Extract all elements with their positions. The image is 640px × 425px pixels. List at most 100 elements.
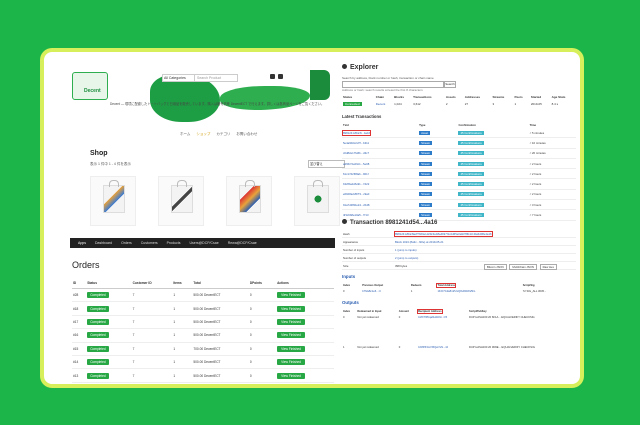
txid-link[interactable]: 8981241d54c8...4a16 [341,129,372,136]
product-card[interactable] [90,176,136,226]
breadcrumb-item[interactable]: ショップ [196,132,210,136]
io-link[interactable]: 1KrF7Cde8mP2xQ9vR3tWs5hL [436,289,521,297]
breadcrumb-item[interactable]: カテゴリ [216,132,230,136]
table-row: b32f6a4c8e91...7d22 Stream 45 Confirmation… [342,178,576,190]
status-badge: Completed [87,359,109,366]
tx-type-badge: Stream [419,151,433,156]
table-header-row: ID Status Customer ID Items Total DPoint… [72,278,334,289]
txid-link[interactable]: c0d82e1f7a5b...d3c7 [342,148,419,159]
shop-logo[interactable] [72,72,108,100]
explorer-description: Search by address, block number or hash,… [342,76,434,80]
product-card[interactable] [158,176,204,226]
order-points: 0 [248,315,277,330]
stats-header: Chain [375,94,385,99]
io-cell: 0 [343,290,345,293]
order-points: 0 [248,368,277,383]
screenshot-frame: Decent All Categories Search Product Dec… [40,48,584,388]
customer-id: 7 [131,368,173,383]
multichain-json-button[interactable]: MultiChain JSON [509,264,537,270]
category-select[interactable]: All Categories [162,74,195,82]
chain-link[interactable]: Decent [375,100,393,108]
breadcrumb-item[interactable]: ホーム [180,132,190,136]
order-points: 0 [248,355,277,370]
order-total: 500.00 DecentECT [192,355,249,370]
order-id: #28 [72,288,87,303]
search-input[interactable]: Search Product [194,74,238,82]
detail-value[interactable]: 2 (jump to outputs) [394,253,576,262]
cart-icon[interactable] [278,74,283,79]
tab-apps[interactable]: Apps [78,241,86,245]
tx-type-badge: Asset [419,130,431,135]
detail-value[interactable]: 1 (jump to inputs) [394,245,576,254]
explorer-search-button[interactable]: Search [444,81,456,88]
tab-customers[interactable]: Customers [141,241,158,245]
order-points: 0 [248,301,277,316]
user-icon[interactable] [270,74,275,79]
io-header: Recipient Address [417,308,468,315]
explorer-title: Explorer [342,64,378,71]
stats-cell: 2 [445,102,448,106]
view-order-button[interactable]: View Finished [277,318,305,325]
txid-link[interactable]: 91a7d3f60e24...2b48 [342,199,419,211]
tab-orders[interactable]: Orders [121,241,132,245]
explorer-hint: Address or hash: search results at least… [342,88,423,92]
tote-bag-image [239,180,261,213]
io-link[interactable]: 1MX7fPbqa9LkR2d...C5 [417,315,468,345]
tote-bag-image [307,180,329,213]
tab-users[interactable]: Users@DCP/Csae [189,241,218,245]
view-order-button[interactable]: View Finished [277,359,305,366]
table-row: Connected Decent 1,024 3,612 2 27 3 1 20… [342,100,576,108]
txid-link[interactable]: b32f6a4c8e91...7d22 [342,178,419,190]
detail-value[interactable]: Block 1024 (8a3c...f20e) at 2019-05-21 [394,237,576,246]
items-count: 1 [172,328,193,343]
order-total: 500.00 DecentECT [192,315,249,330]
tx-header: Confirmation [458,122,476,127]
raw-hex-button[interactable]: Raw Hex [539,264,558,270]
transaction-title: Transaction 8981241d54...4a16 [342,219,437,226]
tx-time: < 10 minutes [528,137,576,149]
view-order-button[interactable]: View Finished [277,305,305,312]
txid-link[interactable]: 61c17d2f08ab...901f [342,168,419,180]
io-header: Amount [398,310,409,313]
stats-cell: 8.4 s [551,102,559,106]
io-header: ScriptPubKey [469,310,487,313]
io-link[interactable]: 1K8PZ3mVt5Qw7eN...4J [417,345,468,353]
io-cell: DUP HASH160 20 3D9E... EQUALVERIFY CHECK… [469,346,535,349]
stats-cell: 1,024 [394,102,402,106]
io-link[interactable]: b7f2a8c1e6...:0 [361,289,410,297]
detail-label: Hash [342,230,394,238]
stats-cell: 3 [492,102,495,106]
txid-link[interactable]: e6b08a2d57f3...c9a0 [342,189,419,201]
table-row: #16 Completed 7 1 500.00 DecentECT 0 View Fini… [72,328,334,343]
table-row: e6b08a2d57f3...c9a0 Stream 45 Confirmation… [342,189,576,201]
orders-title: Orders [72,260,100,270]
logo-text: Decent [84,88,101,94]
tab-rewards[interactable]: Rewa@DCP/Csae [228,241,257,245]
table-row: #28 Completed 7 1 500.00 DecentECT 0 View Fini… [72,288,334,303]
transaction-icon [342,219,347,224]
confirmation-badge: 45 Confirmations [458,192,484,197]
admin-tabbar: Apps Dashboard Orders Customers Products… [70,238,335,248]
breadcrumb-item[interactable]: お問い合わせ [236,132,257,136]
order-total: 500.00 DecentECT [192,301,249,316]
view-order-button[interactable]: View Finished [277,372,305,379]
view-order-button[interactable]: View Finished [277,292,305,299]
chain-stats-table: Status Chain Blocks Transactions Assets … [342,93,576,108]
tab-products[interactable]: Products [167,241,181,245]
io-cell: DUP HASH160 20 6F1A... EQUALVERIFY CHECK… [469,316,535,319]
latest-transactions-title: Latest Transactions [342,114,382,119]
txid-link[interactable]: 5e4a9b0c2d7f...b311 [342,137,419,149]
col-actions: Actions [276,278,334,289]
bitcoin-json-button[interactable]: Bitcoin JSON [484,264,507,270]
view-order-button[interactable]: View Finished [277,332,305,339]
txid-link[interactable]: a4f3b72e09c1...5e08 [342,158,419,170]
tab-dashboard[interactable]: Dashboard [95,241,112,245]
product-card[interactable] [294,176,340,226]
product-card[interactable] [226,176,272,226]
view-order-button[interactable]: View Finished [277,345,305,352]
tx-time: < 2 hours [528,158,576,170]
explorer-search-input[interactable] [342,81,444,88]
table-row: 1 Not yet redeemed 0 1K8PZ3mVt5Qw7eN...4… [342,345,576,353]
orders-table: ID Status Customer ID Items Total DPoint… [72,278,334,383]
sort-select[interactable]: 並び替え [308,160,345,168]
